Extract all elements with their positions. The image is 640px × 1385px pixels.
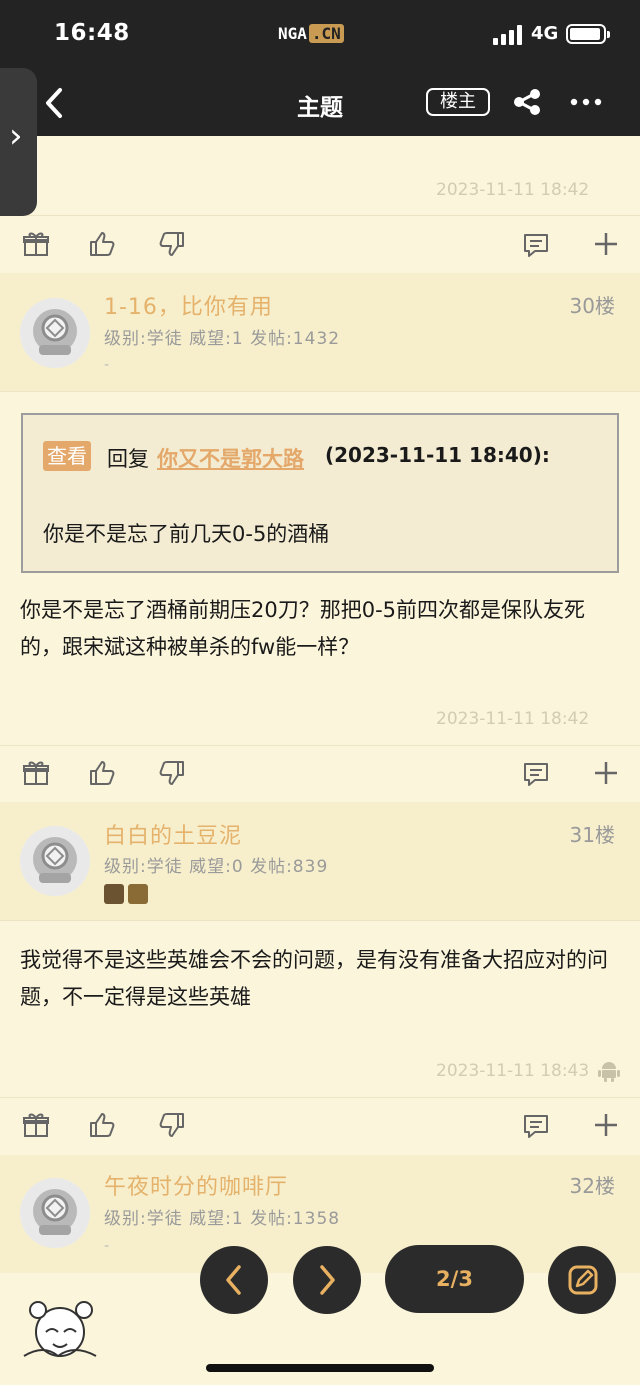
post-header: 1-16，比你有用 30楼 级别:学徒 威望:1 发帖:1432 - xyxy=(0,273,640,391)
post-timestamp: 2023-11-11 18:42 xyxy=(436,180,590,200)
dislike-icon[interactable] xyxy=(158,759,186,787)
android-icon xyxy=(598,1062,620,1082)
quote-text: 你是不是忘了前几天0-5的酒桶 xyxy=(43,522,330,546)
divider xyxy=(0,920,640,921)
comment-icon[interactable] xyxy=(522,760,550,788)
plus-icon[interactable] xyxy=(592,1111,620,1139)
post-timestamp: 2023-11-11 18:42 xyxy=(436,709,590,729)
avatar[interactable] xyxy=(20,298,90,368)
like-icon[interactable] xyxy=(88,1111,116,1139)
status-time: 16:48 xyxy=(54,20,130,46)
user-meta: 级别:学徒 威望:1 发帖:1432 xyxy=(104,329,341,349)
like-icon[interactable] xyxy=(88,230,116,258)
post-header: 白白的土豆泥 31楼 级别:学徒 威望:0 发帖:839 xyxy=(0,802,640,920)
post-content: 我觉得不是这些英雄会不会的问题，是有没有准备大招应对的问题，不一定得是这些英雄 xyxy=(20,948,608,1009)
side-drawer-handle[interactable]: › xyxy=(0,68,37,216)
plus-icon[interactable] xyxy=(592,230,620,258)
gift-icon[interactable] xyxy=(22,230,50,258)
top-bar: 16:48 NGA .CN 4G 主题 楼主 xyxy=(0,0,640,136)
prev-page-button[interactable] xyxy=(200,1246,268,1314)
user-meta: 级别:学徒 威望:0 发帖:839 xyxy=(104,857,329,877)
post-content: 你是不是忘了酒桶前期压20刀？那把0-5前四次都是保队友死的，跟宋斌这种被单杀的… xyxy=(20,598,586,659)
divider xyxy=(0,215,640,216)
author-only-button[interactable]: 楼主 xyxy=(426,88,490,116)
more-icon[interactable] xyxy=(570,92,602,112)
plus-icon[interactable] xyxy=(592,759,620,787)
edit-icon xyxy=(568,1265,598,1295)
user-signature: - xyxy=(104,1238,110,1254)
dislike-icon[interactable] xyxy=(158,1111,186,1139)
quote-time: (2023-11-11 18:40): xyxy=(325,443,550,467)
gift-icon[interactable] xyxy=(22,1111,50,1139)
app-logo-text: NGA xyxy=(278,24,307,43)
quote-block: 查看 回复 你又不是郭大路 (2023-11-11 18:40): 你是不是忘了… xyxy=(21,413,619,573)
like-icon[interactable] xyxy=(88,759,116,787)
avatar[interactable] xyxy=(20,826,90,896)
quote-user-link[interactable]: 你又不是郭大路 xyxy=(157,443,304,473)
user-meta: 级别:学徒 威望:1 发帖:1358 xyxy=(104,1209,341,1229)
floor-number: 31楼 xyxy=(569,823,615,847)
page-indicator[interactable]: 2/3 xyxy=(385,1245,524,1313)
dislike-icon[interactable] xyxy=(158,230,186,258)
post-timestamp: 2023-11-11 18:43 xyxy=(436,1061,590,1081)
divider xyxy=(0,391,640,392)
reply-button[interactable] xyxy=(548,1246,616,1314)
floor-number: 30楼 xyxy=(569,294,615,318)
quote-view-button[interactable]: 查看 xyxy=(43,441,91,471)
divider xyxy=(0,745,640,746)
gift-icon[interactable] xyxy=(22,759,50,787)
status-bar: 16:48 NGA .CN 4G xyxy=(0,0,640,68)
chevron-right-icon: › xyxy=(9,116,23,156)
medal-icon[interactable] xyxy=(104,884,124,904)
mascot-icon[interactable] xyxy=(20,1296,100,1366)
medal-icon[interactable] xyxy=(128,884,148,904)
next-post-peek: … xyxy=(40,1376,58,1385)
next-page-button[interactable] xyxy=(293,1246,361,1314)
username[interactable]: 1-16，比你有用 xyxy=(104,289,273,321)
page-title: 主题 xyxy=(297,95,343,121)
floor-number: 32楼 xyxy=(569,1174,615,1198)
divider xyxy=(0,1097,640,1098)
avatar[interactable] xyxy=(20,1178,90,1248)
comment-icon[interactable] xyxy=(522,1112,550,1140)
chevron-left-icon xyxy=(226,1265,241,1295)
share-icon[interactable] xyxy=(512,88,542,116)
app-logo: NGA .CN xyxy=(278,24,344,46)
home-indicator[interactable] xyxy=(206,1364,434,1372)
username[interactable]: 午夜时分的咖啡厅 xyxy=(104,1169,288,1201)
chevron-right-icon xyxy=(320,1265,335,1295)
user-signature: - xyxy=(104,357,110,373)
battery-icon xyxy=(566,24,610,44)
quote-reply-label: 回复 xyxy=(107,447,149,471)
network-type: 4G xyxy=(531,23,559,44)
app-logo-cn: .CN xyxy=(308,24,344,43)
signal-icon xyxy=(493,25,522,45)
username[interactable]: 白白的土豆泥 xyxy=(104,818,242,850)
comment-icon[interactable] xyxy=(522,231,550,259)
